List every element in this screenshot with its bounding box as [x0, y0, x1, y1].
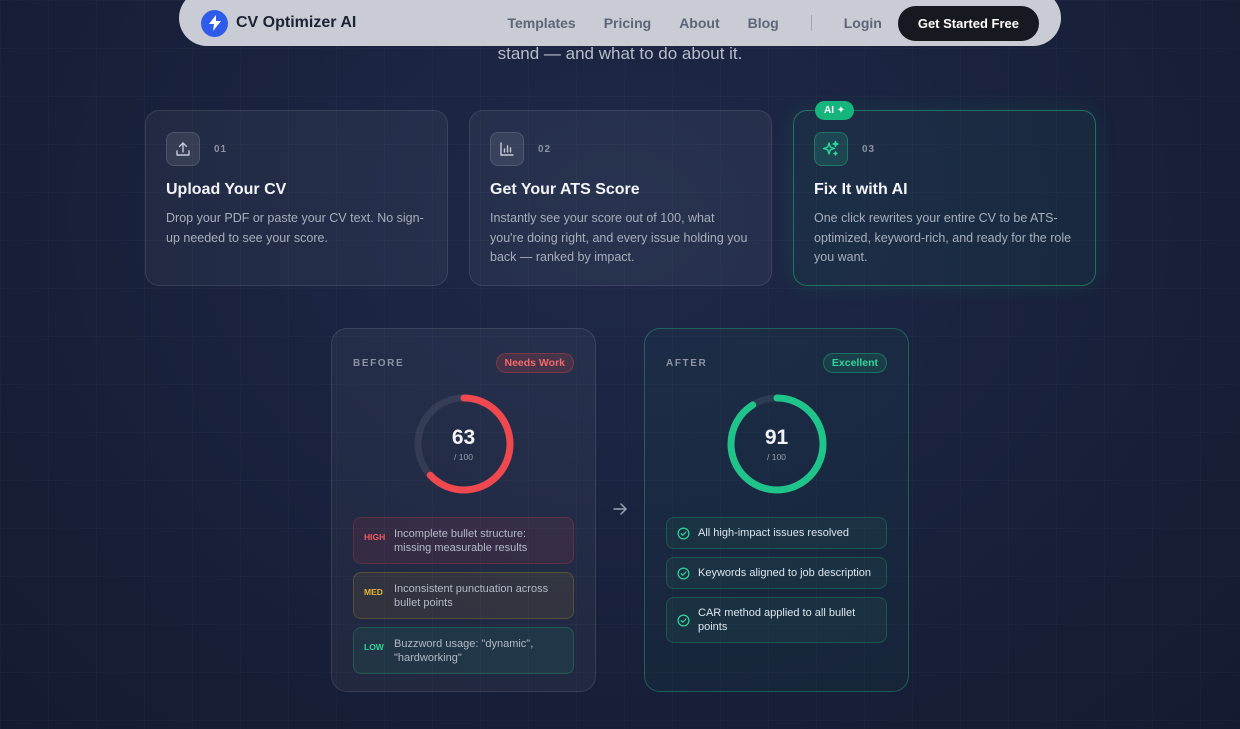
score-max: / 100	[767, 451, 786, 462]
nav-divider	[810, 15, 812, 31]
step-description: One click rewrites your entire CV to be …	[814, 211, 1072, 264]
sparkles-icon	[814, 132, 848, 166]
check-item: Keywords aligned to job description	[666, 557, 887, 589]
score-gauge: 63 / 100	[411, 391, 517, 497]
issue-text: Inconsistent punctuation across bullet p…	[394, 583, 549, 609]
step-number: 03	[862, 143, 876, 155]
arrow-right-icon	[612, 501, 628, 522]
top-navbar: CV Optimizer AI Templates Pricing About …	[179, 0, 1061, 46]
panel-label: AFTER	[666, 357, 708, 369]
issue-item: LOW Buzzword usage: "dynamic", "hardwork…	[353, 627, 574, 674]
get-started-button[interactable]: Get Started Free	[897, 5, 1039, 41]
step-description: Instantly see your score out of 100, wha…	[490, 211, 748, 264]
issue-text: Buzzword usage: "dynamic", "hardworking"	[394, 638, 534, 664]
issue-item: MED Inconsistent punctuation across bull…	[353, 572, 574, 619]
before-score-panel: BEFORE Needs Work 63 / 100 HIGH Incomple…	[331, 328, 596, 692]
panel-label: BEFORE	[353, 357, 405, 369]
nav-link-about[interactable]: About	[679, 15, 719, 31]
step-title: Fix It with AI	[814, 181, 908, 198]
status-badge: Excellent	[822, 353, 887, 373]
step-description: Drop your PDF or paste your CV text. No …	[166, 211, 424, 245]
check-text: CAR method applied to all bullet points	[698, 607, 856, 633]
check-item: All high-impact issues resolved	[666, 517, 887, 549]
step-number: 01	[214, 143, 228, 155]
step-number: 02	[538, 143, 552, 155]
severity-label: MED	[364, 587, 383, 597]
check-text: Keywords aligned to job description	[698, 567, 872, 579]
score-value: 63	[451, 425, 476, 449]
check-circle-icon	[677, 567, 690, 579]
check-item: CAR method applied to all bullet points	[666, 597, 887, 643]
nav-link-templates[interactable]: Templates	[508, 15, 576, 31]
brand-name: CV Optimizer AI	[236, 14, 357, 31]
brand[interactable]: CV Optimizer AI	[201, 9, 357, 37]
steps-section: 01 Upload Your CV Drop your PDF or paste…	[145, 101, 1096, 286]
score-gauge: 91 / 100	[724, 391, 830, 497]
login-link[interactable]: Login	[844, 15, 882, 31]
score-value: 91	[764, 425, 789, 449]
ai-badge: AI ✦	[815, 101, 855, 120]
issue-text: Incomplete bullet structure: missing mea…	[394, 528, 528, 554]
step-card-fix: AI ✦ 03 Fix It with AI One click rewrite…	[793, 101, 1096, 286]
check-circle-icon	[677, 614, 690, 626]
status-badge: Needs Work	[495, 353, 574, 373]
lightning-icon	[201, 9, 228, 37]
check-circle-icon	[677, 527, 690, 539]
upload-icon	[166, 132, 200, 166]
bar-chart-icon	[490, 132, 524, 166]
check-text: All high-impact issues resolved	[698, 527, 850, 539]
nav-link-blog[interactable]: Blog	[748, 15, 779, 31]
nav-link-pricing[interactable]: Pricing	[604, 15, 651, 31]
issue-item: HIGH Incomplete bullet structure: missin…	[353, 517, 574, 564]
hero-subtitle: stand — and what to do about it.	[497, 44, 743, 63]
step-card-upload: 01 Upload Your CV Drop your PDF or paste…	[145, 110, 448, 286]
step-title: Get Your ATS Score	[490, 181, 640, 198]
after-score-panel: AFTER Excellent 91 / 100 All high-impact…	[644, 328, 909, 692]
step-title: Upload Your CV	[166, 181, 287, 198]
severity-label: LOW	[364, 642, 384, 652]
severity-label: HIGH	[364, 532, 386, 542]
score-max: / 100	[454, 451, 473, 462]
step-card-score: 02 Get Your ATS Score Instantly see your…	[469, 110, 772, 286]
